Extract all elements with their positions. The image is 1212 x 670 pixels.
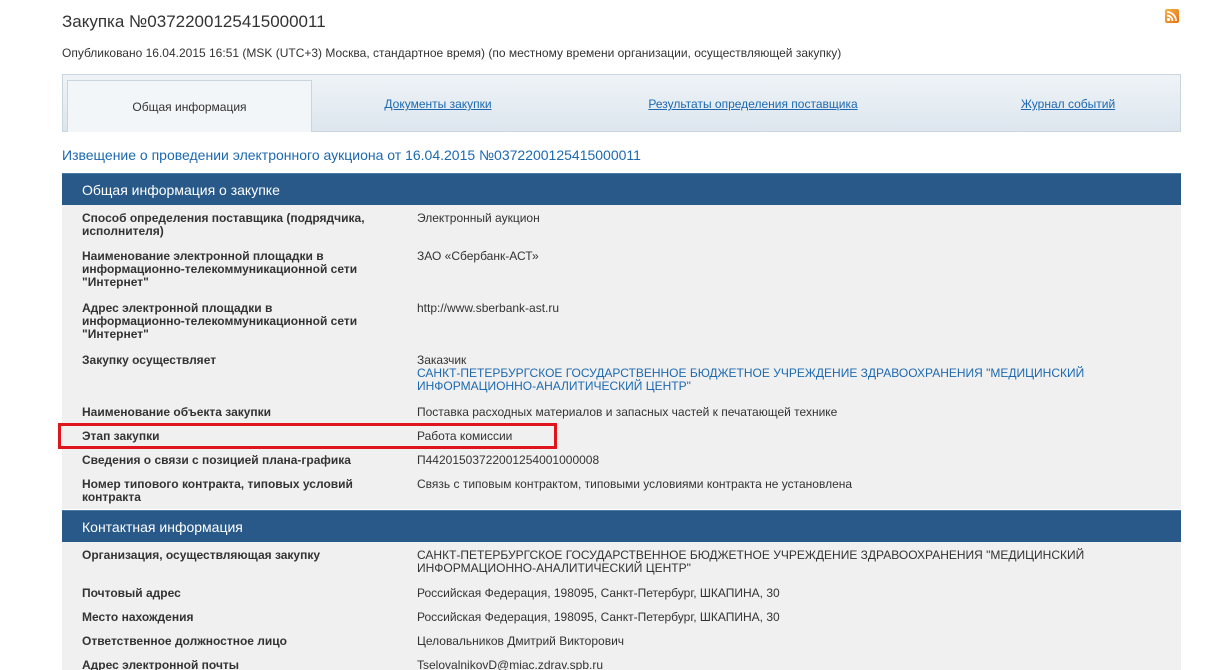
row-label: Сведения о связи с позицией плана-график… xyxy=(82,453,351,467)
notice-title: Извещение о проведении электронного аукц… xyxy=(62,147,641,163)
row-value: Российская Федерация, 198095, Санкт-Пете… xyxy=(417,586,780,600)
row-value: ЗАО «Сбербанк-АСТ» xyxy=(417,249,539,263)
row-value: Электронный аукцион xyxy=(417,211,540,225)
row-label: Закупку осуществляет xyxy=(82,353,217,367)
general-info-section: Общая информация о закупке Способ опреде… xyxy=(62,173,1181,509)
row-label: Адрес электронной площадки в информацион… xyxy=(82,301,358,341)
row-value: Российская Федерация, 198095, Санкт-Пете… xyxy=(417,610,780,624)
plan-position-link[interactable]: П44201503722001254001000008 xyxy=(417,454,1177,467)
row-label: Почтовый адрес xyxy=(82,586,181,600)
row-label: Ответственное должностное лицо xyxy=(82,634,287,648)
tab-general-info[interactable]: Общая информация xyxy=(67,80,312,132)
customer-link[interactable]: САНКТ-ПЕТЕРБУРГСКОЕ ГОСУДАРСТВЕННОЕ БЮДЖ… xyxy=(417,367,1177,393)
row-label: Организация, осуществляющая закупку xyxy=(82,548,321,562)
tab-documents[interactable]: Документы закупки xyxy=(353,81,523,127)
row-label: Место нахождения xyxy=(82,610,194,624)
row-label: Способ определения поставщика (подрядчик… xyxy=(82,211,365,238)
row-value: САНКТ-ПЕТЕРБУРГСКОЕ ГОСУДАРСТВЕННОЕ БЮДЖ… xyxy=(417,548,1085,575)
page-title: Закупка №0372200125415000011 xyxy=(62,12,326,31)
section-header: Общая информация о закупке xyxy=(62,173,1181,205)
row-label: Адрес электронной почты xyxy=(82,658,240,670)
row-value: http://www.sberbank-ast.ru xyxy=(417,301,560,315)
row-label: Номер типового контракта, типовых услови… xyxy=(82,477,353,504)
row-label: Наименование электронной площадки в инфо… xyxy=(82,249,358,289)
section-header: Контактная информация xyxy=(62,510,1181,542)
row-value: Поставка расходных материалов и запасных… xyxy=(417,405,838,419)
rss-icon[interactable] xyxy=(1165,9,1179,23)
row-value: Заказчик САНКТ-ПЕТЕРБУРГСКОЕ ГОСУДАРСТВЕ… xyxy=(417,354,1177,393)
tab-supplier-results[interactable]: Результаты определения поставщика xyxy=(623,81,883,127)
row-label: Наименование объекта закупки xyxy=(82,405,272,419)
stage-highlight-box xyxy=(58,423,557,449)
row-value: TselovalnikovD@miac.zdrav.spb.ru xyxy=(417,658,604,670)
tab-event-log[interactable]: Журнал событий xyxy=(1003,81,1133,127)
published-date: Опубликовано 16.04.2015 16:51 (MSK (UTC+… xyxy=(62,46,842,60)
row-value: Связь с типовым контрактом, типовыми усл… xyxy=(417,477,853,491)
tab-bar: Общая информация Документы закупки Резул… xyxy=(62,74,1181,132)
contact-info-section: Контактная информация Организация, осуще… xyxy=(62,510,1181,670)
row-value: Целовальников Дмитрий Викторович xyxy=(417,634,625,648)
